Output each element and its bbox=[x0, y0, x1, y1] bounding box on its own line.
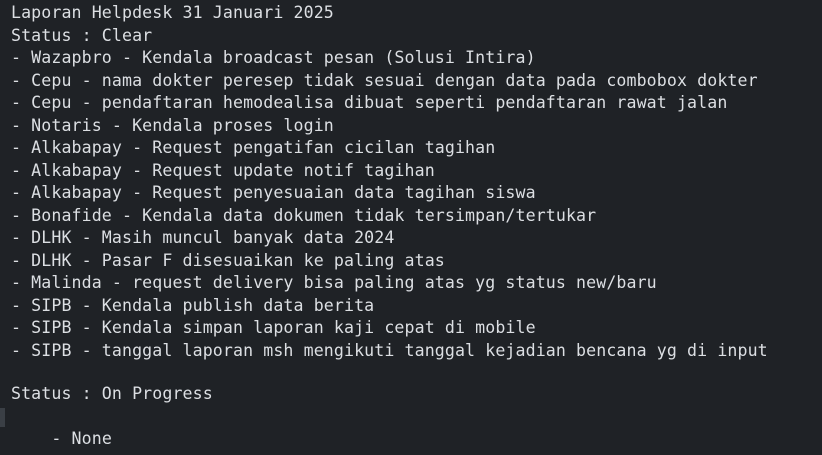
list-item: - SIPB - Kendala publish data berita bbox=[11, 295, 375, 315]
status-on-progress-heading: Status : On Progress bbox=[11, 384, 213, 403]
list-item: - Cepu - nama dokter peresep tidak sesua… bbox=[11, 70, 758, 90]
text-editor[interactable]: Laporan Helpdesk 31 Januari 2025 Status … bbox=[0, 0, 822, 455]
list-item: - Alkabapay - Request penyesuaian data t… bbox=[11, 183, 536, 202]
list-item[interactable]: - None bbox=[0, 406, 822, 448]
list-item: - SIPB - Kendala simpan laporan kaji cep… bbox=[11, 318, 536, 337]
list-item: - Malinda - request delivery bisa paling… bbox=[11, 273, 657, 292]
list-item: - Wazapbro - Kendala broadcast pesan (So… bbox=[11, 48, 536, 67]
list-item: - Notaris - Kendala proses login bbox=[11, 115, 334, 135]
list-item-text: - None bbox=[51, 429, 112, 448]
list-item: - SIPB - tanggal laporan msh mengikuti t… bbox=[11, 340, 768, 360]
list-item: - DLHK - Pasar F disesuaikan ke paling a… bbox=[11, 250, 445, 270]
list-item: - Cepu - pendaftaran hemodealisa dibuat … bbox=[11, 93, 728, 112]
list-item: - DLHK - Masih muncul banyak data 2024 bbox=[11, 228, 395, 247]
list-item: - Alkabapay - Request pengatifan cicilan… bbox=[11, 138, 496, 157]
list-item: - Bonafide - Kendala data dokumen tidak … bbox=[11, 205, 597, 225]
current-line-indicator bbox=[0, 407, 5, 427]
status-clear-heading: Status : Clear bbox=[11, 25, 153, 45]
list-item: - Alkabapay - Request update notif tagih… bbox=[11, 160, 435, 180]
report-title: Laporan Helpdesk 31 Januari 2025 bbox=[11, 3, 334, 22]
